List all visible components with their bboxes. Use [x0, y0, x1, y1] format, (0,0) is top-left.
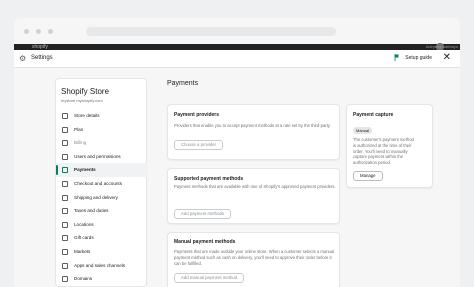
sidebar-item[interactable]: Billing	[56, 136, 148, 150]
sidebar-item-label: Checkout and accounts	[74, 180, 123, 186]
card-description: The customer's payment method is authori…	[353, 137, 414, 166]
sidebar-item[interactable]: Domains	[56, 272, 148, 286]
sidebar-item-label: Plan	[74, 126, 84, 132]
window-dot	[24, 29, 29, 34]
card-title: Payment providers	[174, 112, 220, 118]
sidebar-item[interactable]: Payments	[56, 163, 148, 177]
add-manual-method-button[interactable]: Add manual payment method	[174, 273, 245, 283]
sidebar-item-label: Markets	[74, 248, 91, 254]
domains-icon	[62, 276, 68, 283]
sidebar-item-label: Store details	[74, 113, 100, 118]
sidebar-item[interactable]: Plan	[56, 123, 148, 137]
shipping-icon	[62, 194, 68, 201]
setup-guide-button[interactable]: Setup guide	[405, 55, 432, 61]
plan-icon	[62, 126, 68, 133]
user-name[interactable]: Adeyemi Adebayo	[426, 44, 458, 49]
location-icon	[62, 221, 68, 228]
sidebar-item-label: Shipping and delivery	[74, 194, 118, 200]
users-icon	[62, 153, 68, 160]
sidebar-item-label: Apps and sales channels	[74, 262, 126, 268]
card-title: Supported payment methods	[174, 176, 244, 182]
gear-icon: ⚙	[19, 54, 27, 63]
status-badge: Manual	[353, 127, 373, 134]
manual-methods-card: Manual payment methods Payments that are…	[167, 232, 340, 287]
add-payment-methods-button[interactable]: Add payment methods	[174, 209, 231, 219]
store-domain[interactable]: mystore.myshopify.com	[61, 98, 103, 103]
close-icon[interactable]: ✕	[443, 52, 451, 64]
sidebar-item[interactable]: Apps and sales channels	[56, 259, 148, 273]
page-title: Settings	[31, 55, 53, 61]
billing-icon	[62, 140, 68, 147]
gift-icon	[62, 235, 68, 242]
sidebar-item-label: Billing	[74, 140, 87, 146]
sidebar-item[interactable]: Taxes and duties	[56, 204, 148, 218]
card-description: Payment methods that are available with …	[174, 184, 336, 189]
markets-icon	[62, 248, 68, 255]
sidebar-item-label: Taxes and duties	[74, 208, 109, 214]
checkout-icon	[62, 180, 68, 187]
supported-methods-card: Supported payment methods Payment method…	[167, 168, 340, 224]
apps-icon	[62, 262, 68, 269]
sidebar-item-label: Users and permissions	[74, 153, 121, 159]
settings-sidebar: Shopify Store mystore.myshopify.com Stor…	[55, 78, 148, 287]
card-description: Payments that are made outside your onli…	[174, 249, 335, 266]
payments-icon	[62, 167, 68, 174]
sidebar-item-label: Locations	[74, 221, 94, 227]
window-dot	[48, 29, 53, 34]
sidebar-item[interactable]: Users and permissions	[56, 150, 148, 164]
settings-app: ⚙ Settings Setup guide ✕ Shopify Store m…	[14, 50, 460, 287]
store-name: Shopify Store	[61, 87, 110, 96]
payment-capture-card: Payment capture Manual The customer's pa…	[346, 104, 433, 188]
sidebar-item[interactable]: Checkout and accounts	[56, 177, 148, 191]
sidebar-item[interactable]: Locations	[56, 218, 148, 232]
sidebar-item-label: Domains	[74, 276, 93, 282]
sidebar-item[interactable]: Shipping and delivery	[56, 191, 148, 205]
browser-chrome	[14, 18, 460, 44]
section-title: Payments	[167, 80, 199, 87]
window-dot	[36, 29, 41, 34]
sidebar-item[interactable]: Markets	[56, 245, 148, 259]
settings-nav: Store details Plan Billing Users and permis…	[56, 109, 148, 286]
flag-icon	[394, 54, 399, 61]
url-bar[interactable]	[86, 27, 336, 36]
sidebar-item[interactable]: Store details	[56, 109, 148, 123]
card-description: Providers that enable you to accept paym…	[174, 123, 331, 128]
sidebar-item-label: Payments	[74, 167, 96, 173]
taxes-icon	[62, 208, 68, 215]
choose-provider-button[interactable]: Choose a provider	[174, 140, 224, 150]
payment-providers-card: Payment providers Providers that enable …	[167, 104, 340, 160]
card-title: Payment capture	[353, 112, 394, 118]
manage-button[interactable]: Manage	[353, 171, 383, 181]
settings-topbar: ⚙ Settings Setup guide ✕	[14, 50, 460, 68]
sidebar-item[interactable]: Gift cards	[56, 231, 148, 245]
card-title: Manual payment methods	[174, 239, 236, 245]
sidebar-item-label: Gift cards	[74, 235, 94, 241]
store-icon	[62, 113, 68, 119]
